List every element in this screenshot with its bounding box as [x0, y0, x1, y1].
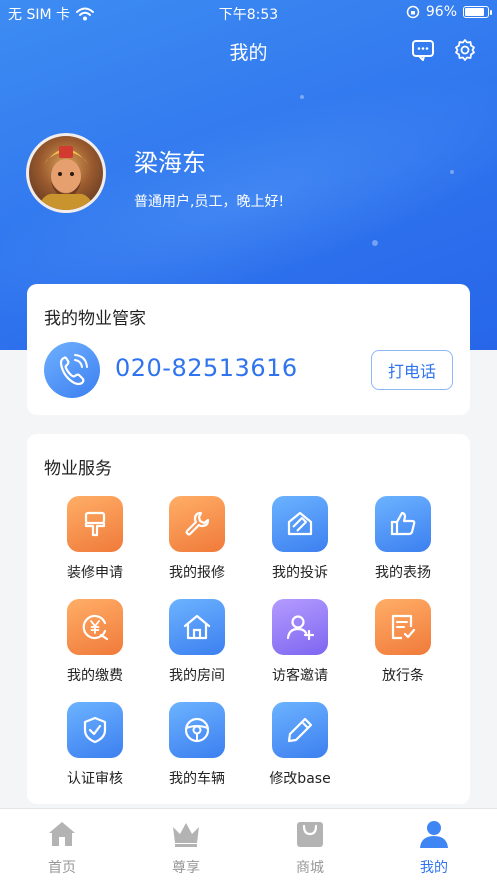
- rotation-lock-icon: [406, 5, 420, 19]
- house-icon: [169, 599, 225, 655]
- thumbs-up-icon: [375, 496, 431, 552]
- service-label: 访客邀请: [272, 668, 328, 684]
- status-bar: 无 SIM 卡 下午8:53 96%: [0, 0, 497, 26]
- person-icon: [420, 821, 448, 848]
- service-label: 我的车辆: [169, 771, 225, 787]
- steering-wheel-icon: [169, 702, 225, 758]
- crown-icon: [173, 823, 199, 847]
- settings-icon[interactable]: [453, 38, 477, 62]
- service-label: 修改base: [269, 771, 331, 787]
- decor-dot: [372, 240, 378, 246]
- service-label: 我的报修: [169, 565, 225, 581]
- pencil-icon: [272, 702, 328, 758]
- tab-label: 商城: [296, 860, 324, 876]
- service-item-praise[interactable]: 我的表扬: [358, 496, 448, 582]
- manager-phone-number: 020-82513616: [115, 354, 298, 382]
- service-item-my-vehicle[interactable]: 我的车辆: [152, 702, 242, 788]
- user-greeting: 普通用户,员工，晚上好!: [134, 194, 285, 210]
- service-label: 我的房间: [169, 668, 225, 684]
- tab-mine[interactable]: 我的: [372, 809, 496, 883]
- service-label: 我的缴费: [67, 668, 123, 684]
- service-item-edit-base[interactable]: 修改base: [255, 702, 345, 788]
- service-item-repair[interactable]: 我的报修: [152, 496, 242, 582]
- service-label: 放行条: [382, 668, 424, 684]
- shopping-bag-icon: [297, 822, 323, 847]
- service-item-visitor-invite[interactable]: 访客邀请: [255, 599, 345, 685]
- nav-bar: 我的: [0, 26, 497, 74]
- service-item-complaint[interactable]: 我的投诉: [255, 496, 345, 582]
- tab-label: 尊享: [172, 860, 200, 876]
- decor-dot: [300, 95, 304, 99]
- property-manager-card: 我的物业管家 020-82513616 打电话: [27, 284, 470, 415]
- service-item-my-room[interactable]: 我的房间: [152, 599, 242, 685]
- message-icon[interactable]: [411, 38, 435, 62]
- tab-vip[interactable]: 尊享: [124, 809, 248, 883]
- shield-check-icon: [67, 702, 123, 758]
- yuan-payment-icon: [67, 599, 123, 655]
- property-services-card: 物业服务 装修申请 我的报修 我的投诉 我的表扬 我的缴费 我的房间 访客邀请 …: [27, 434, 470, 804]
- home-icon: [49, 822, 75, 846]
- call-button[interactable]: 打电话: [371, 350, 453, 390]
- tab-mall[interactable]: 商城: [248, 809, 372, 883]
- bottom-tab-bar: 首页 尊享 商城 我的: [0, 808, 497, 883]
- service-item-pass-note[interactable]: 放行条: [358, 599, 448, 685]
- service-item-payment[interactable]: 我的缴费: [50, 599, 140, 685]
- user-name: 梁海东: [134, 149, 206, 177]
- service-item-renovation[interactable]: 装修申请: [50, 496, 140, 582]
- service-label: 我的表扬: [375, 565, 431, 581]
- add-user-icon: [272, 599, 328, 655]
- service-label: 认证审核: [67, 771, 123, 787]
- services-card-title: 物业服务: [44, 459, 112, 479]
- tab-label: 首页: [48, 860, 76, 876]
- service-item-verification[interactable]: 认证审核: [50, 702, 140, 788]
- tab-label: 我的: [420, 860, 448, 876]
- service-label: 装修申请: [67, 565, 123, 581]
- complaint-envelope-icon: [272, 496, 328, 552]
- battery-percent: 96%: [425, 4, 457, 20]
- service-label: 我的投诉: [272, 565, 328, 581]
- battery-icon: [463, 6, 492, 18]
- wrench-icon: [169, 496, 225, 552]
- paint-brush-icon: [67, 496, 123, 552]
- phone-icon: [44, 342, 100, 398]
- tab-home[interactable]: 首页: [0, 809, 124, 883]
- pass-note-icon: [375, 599, 431, 655]
- avatar[interactable]: [26, 133, 106, 213]
- manager-card-title: 我的物业管家: [44, 309, 146, 329]
- decor-dot: [450, 170, 454, 174]
- avatar-image: [37, 146, 95, 210]
